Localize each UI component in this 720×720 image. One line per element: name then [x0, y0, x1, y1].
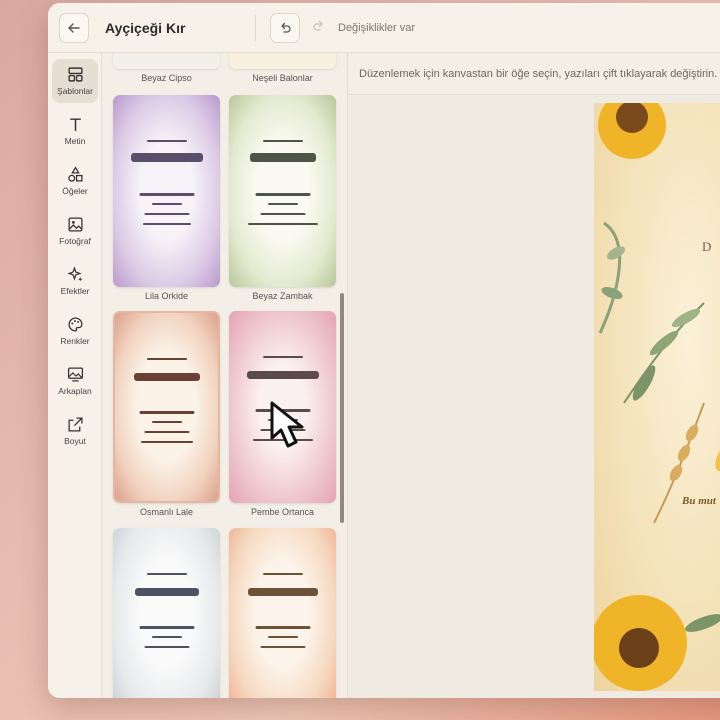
thumb-line	[260, 213, 305, 215]
template-label: Beyaz Zambak	[252, 291, 313, 301]
template-thumbnail	[229, 53, 336, 69]
thumb-line	[140, 441, 193, 443]
template-thumbnail	[113, 311, 220, 503]
thumb-line	[151, 421, 182, 423]
thumb-title-bar	[134, 588, 199, 596]
thumb-line	[146, 573, 187, 575]
thumb-line	[146, 140, 187, 142]
thumb-title-bar	[246, 371, 319, 379]
rail-label: Metin	[64, 136, 86, 146]
tool-rail: Şablonlar Metin Öğeler Fotoğraf Efektler…	[48, 53, 102, 698]
rail-item-photo[interactable]: Fotoğraf	[52, 209, 98, 253]
rail-item-size[interactable]: Boyut	[52, 409, 98, 453]
thumb-line	[255, 626, 310, 629]
top-bar: Ayçiçeği Kır Değişiklikler var	[48, 3, 720, 53]
template-thumbnail	[113, 53, 220, 69]
template-thumbnail	[113, 528, 220, 698]
thumb-line	[255, 193, 310, 196]
template-card-peach-ranunculus[interactable]	[229, 528, 336, 698]
thumb-line	[146, 358, 187, 360]
thumb-title-bar	[247, 588, 318, 596]
rail-label: Öğeler	[62, 186, 88, 196]
divider	[255, 14, 256, 41]
thumb-line	[262, 140, 303, 142]
rail-label: Efektler	[60, 286, 90, 296]
thumb-line	[144, 431, 189, 433]
redo-button[interactable]	[312, 19, 326, 36]
resize-icon	[67, 417, 83, 432]
rail-label: Boyut	[64, 436, 86, 446]
rail-item-background[interactable]: Arkaplan	[52, 359, 98, 403]
thumb-line	[151, 636, 182, 638]
thumb-title-bar	[249, 153, 316, 162]
rail-item-colors[interactable]: Renkler	[52, 309, 98, 353]
rail-item-elements[interactable]: Öğeler	[52, 159, 98, 203]
thumb-line	[139, 411, 194, 414]
sunflower-top	[598, 103, 666, 159]
canvas-artwork	[594, 103, 720, 691]
template-card-beyaz-zambak[interactable]: Beyaz Zambak	[229, 95, 336, 301]
thumb-line	[144, 213, 189, 215]
thumb-line	[139, 626, 194, 629]
thumb-line	[247, 223, 318, 225]
thumb-title-bar	[133, 373, 200, 381]
rail-label: Şablonlar	[57, 86, 93, 96]
design-canvas[interactable]: D ü Bu mut	[594, 103, 720, 691]
thumb-line	[142, 223, 191, 225]
image-icon	[67, 217, 83, 232]
arrow-left-icon	[68, 22, 80, 33]
save-status: Değişiklikler var	[338, 21, 416, 34]
template-card-neseli-balonlar[interactable]: Neşeli Balonlar	[229, 53, 336, 83]
template-card-beyaz-cipso[interactable]: Beyaz Cipso	[113, 53, 220, 83]
thumb-line	[144, 646, 189, 648]
rail-item-text[interactable]: Metin	[52, 109, 98, 153]
template-card-white-anemone[interactable]	[113, 528, 220, 698]
template-label: Pembe Ortanca	[250, 507, 315, 517]
thumb-line	[139, 193, 194, 196]
canvas-heading-fragment[interactable]: D ü	[702, 239, 720, 255]
editor-hint: Düzenlemek için kanvastan bir öğe seçin,…	[349, 53, 720, 95]
thumb-line	[267, 203, 298, 205]
thumb-line	[260, 646, 305, 648]
rail-item-effects[interactable]: Efektler	[52, 259, 98, 303]
sunflower-bottom	[594, 595, 687, 691]
template-card-lila-orkide[interactable]: Lila Orkide	[113, 95, 220, 301]
template-thumbnail	[229, 528, 336, 698]
template-label: Beyaz Cipso	[141, 73, 192, 83]
template-label: Lila Orkide	[144, 291, 189, 301]
undo-icon	[281, 22, 291, 33]
rail-item-templates[interactable]: Şablonlar	[52, 59, 98, 103]
thumb-line	[262, 356, 303, 358]
rail-label: Renkler	[60, 336, 90, 346]
template-label: Osmanlı Lale	[139, 507, 194, 517]
thumb-title-bar	[130, 153, 203, 162]
thumb-line	[151, 203, 182, 205]
back-button[interactable]	[59, 12, 89, 43]
template-thumbnail	[229, 95, 336, 287]
templates-panel: Beyaz Cipso Neşeli Balonlar Lila Orkide	[103, 53, 348, 698]
thumb-line	[262, 573, 303, 575]
text-icon	[69, 118, 81, 131]
app-window: Ayçiçeği Kır Değişiklikler var Şablonlar…	[48, 3, 720, 698]
canvas-tagline-fragment[interactable]: Bu mut	[682, 495, 716, 507]
palette-icon	[67, 317, 83, 332]
template-label: Neşeli Balonlar	[252, 73, 313, 83]
sparkle-icon	[66, 266, 82, 282]
templates-icon	[67, 67, 83, 82]
shapes-icon	[67, 166, 83, 182]
mouse-cursor-icon	[270, 401, 304, 448]
template-card-osmanli-lale[interactable]: Osmanlı Lale	[113, 311, 220, 517]
undo-button[interactable]	[270, 12, 300, 43]
document-title[interactable]: Ayçiçeği Kır	[105, 20, 255, 36]
template-thumbnail	[113, 95, 220, 287]
thumb-line	[267, 636, 298, 638]
rail-label: Fotoğraf	[59, 236, 91, 246]
background-icon	[67, 367, 83, 382]
rail-label: Arkaplan	[58, 386, 92, 396]
panel-scrollbar[interactable]	[340, 293, 344, 523]
redo-icon	[313, 20, 323, 31]
